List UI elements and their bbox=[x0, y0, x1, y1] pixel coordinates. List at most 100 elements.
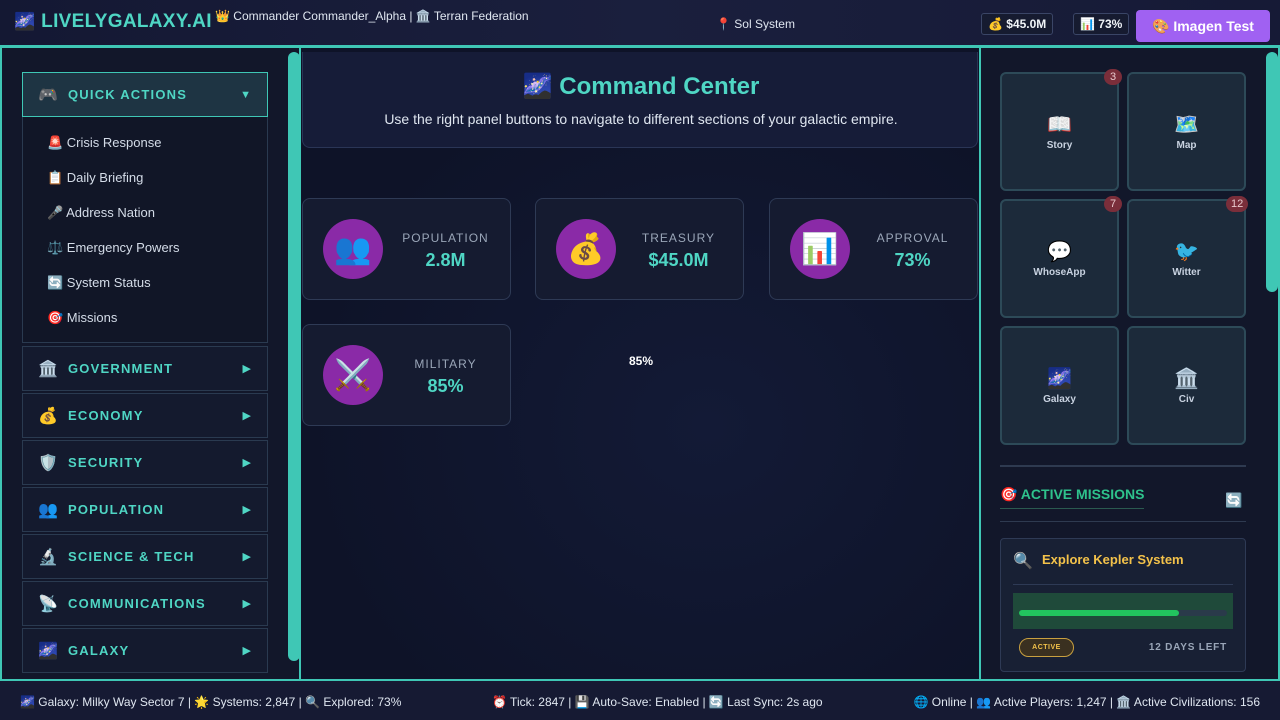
gamepad-icon: 🎮 bbox=[38, 86, 58, 104]
section-label: GOVERNMENT bbox=[68, 361, 174, 376]
online-status: 🌐 Online | 👥 Active Players: 1,247 | 🏛️ … bbox=[913, 695, 1260, 709]
people-icon: 👥 bbox=[38, 501, 58, 519]
section-label: ECONOMY bbox=[68, 408, 144, 423]
app-button-map[interactable]: 🗺️ Map bbox=[1127, 72, 1246, 191]
notification-badge: 12 bbox=[1226, 196, 1249, 212]
active-missions-title: 🎯 ACTIVE MISSIONS bbox=[1000, 486, 1145, 509]
money-bag-icon: 💰 bbox=[556, 219, 616, 279]
chevron-right-icon: ▶ bbox=[242, 457, 251, 469]
app-label: Galaxy bbox=[1043, 394, 1076, 405]
quick-actions-label: QUICK ACTIONS bbox=[68, 87, 188, 102]
divider bbox=[1000, 521, 1246, 522]
app-button-galaxy[interactable]: 🌌 Galaxy bbox=[1000, 326, 1119, 445]
microscope-icon: 🔬 bbox=[38, 548, 58, 566]
quick-actions-list: 🚨 Crisis Response 📋 Daily Briefing 🎤 Add… bbox=[22, 117, 268, 343]
divider bbox=[1000, 465, 1246, 467]
section-label: SECURITY bbox=[68, 455, 144, 470]
chevron-down-icon: ▼ bbox=[240, 88, 251, 101]
bar-chart-icon: 📊 bbox=[790, 219, 850, 279]
app-button-civ[interactable]: 🏛️ Civ bbox=[1127, 326, 1246, 445]
floating-percentage: 85% bbox=[629, 354, 654, 368]
sidebar-section-population[interactable]: 👥 POPULATION ▶ bbox=[22, 487, 268, 532]
section-label: POPULATION bbox=[68, 502, 165, 517]
sidebar-section-science-tech[interactable]: 🔬 SCIENCE & TECH ▶ bbox=[22, 534, 268, 579]
galaxy-icon: 🌌 bbox=[14, 12, 36, 31]
top-bar: 🌌 LIVELYGALAXY.AI 👑 Commander Commander_… bbox=[0, 0, 1280, 48]
book-icon: 📖 bbox=[1047, 114, 1072, 136]
app-label: Civ bbox=[1178, 394, 1195, 405]
app-label: Witter bbox=[1172, 267, 1201, 278]
search-icon: 🔍 bbox=[1013, 553, 1033, 570]
sidebar-section-security[interactable]: 🛡️ SECURITY ▶ bbox=[22, 440, 268, 485]
app-label: Map bbox=[1176, 140, 1197, 151]
section-label: SCIENCE & TECH bbox=[68, 549, 195, 564]
crossed-swords-icon: ⚔️ bbox=[323, 345, 383, 405]
chevron-right-icon: ▶ bbox=[242, 551, 251, 563]
stat-value: $45.0M bbox=[648, 250, 709, 270]
app-logo[interactable]: 🌌 LIVELYGALAXY.AI bbox=[14, 11, 212, 33]
government-icon: 🏛️ bbox=[1174, 368, 1199, 390]
stat-label: POPULATION bbox=[402, 231, 489, 245]
sidebar-scrollbar[interactable] bbox=[288, 52, 300, 661]
notification-badge: 3 bbox=[1104, 69, 1122, 85]
stat-value: 85% bbox=[427, 376, 464, 396]
divider bbox=[1013, 584, 1233, 585]
quick-action-crisis-response[interactable]: 🚨 Crisis Response bbox=[47, 135, 161, 151]
satellite-antenna-icon: 📡 bbox=[38, 595, 58, 613]
bird-icon: 🐦 bbox=[1174, 241, 1199, 263]
sidebar-section-galaxy[interactable]: 🌌 GALAXY ▶ bbox=[22, 628, 268, 673]
refresh-icon[interactable]: 🔄 bbox=[1225, 492, 1242, 509]
system-status: ⏰ Tick: 2847 | 💾 Auto-Save: Enabled | 🔄 … bbox=[492, 695, 823, 709]
chevron-right-icon: ▶ bbox=[242, 598, 251, 610]
stat-label: APPROVAL bbox=[876, 231, 949, 245]
app-title: LIVELYGALAXY.AI bbox=[41, 11, 212, 32]
approval-chip: 📊 73% bbox=[1073, 13, 1130, 35]
galaxy-icon: 🌌 bbox=[1047, 368, 1072, 390]
app-label: WhoseApp bbox=[1033, 267, 1086, 278]
quick-action-daily-briefing[interactable]: 📋 Daily Briefing bbox=[47, 170, 143, 186]
stat-card-approval: 📊 APPROVAL 73% bbox=[769, 198, 978, 300]
money-bag-icon: 💰 bbox=[38, 407, 58, 425]
quick-action-emergency-powers[interactable]: ⚖️ Emergency Powers bbox=[47, 240, 180, 256]
galaxy-icon: 🌌 bbox=[38, 642, 58, 660]
quick-action-address-nation[interactable]: 🎤 Address Nation bbox=[47, 205, 155, 221]
app-label: Story bbox=[1046, 140, 1073, 151]
sidebar-section-government[interactable]: 🏛️ GOVERNMENT ▶ bbox=[22, 346, 268, 391]
command-center-panel: 🌌 Command Center Use the right panel but… bbox=[302, 52, 978, 148]
page-title: 🌌 Command Center bbox=[522, 73, 760, 100]
notification-badge: 7 bbox=[1104, 196, 1122, 212]
imagen-test-button[interactable]: 🎨 Imagen Test bbox=[1136, 10, 1270, 42]
progress-fill bbox=[1019, 610, 1180, 616]
mission-name: Explore Kepler System bbox=[1042, 552, 1184, 567]
app-button-story[interactable]: 📖 Story 3 bbox=[1000, 69, 1122, 191]
speech-bubble-icon: 💬 bbox=[1047, 241, 1072, 263]
mission-card[interactable]: 🔍 Explore Kepler System ACTIVE 12 DAYS L… bbox=[1000, 538, 1246, 672]
status-bar: 🌌 Galaxy: Milky Way Sector 7 | 🌟 Systems… bbox=[0, 679, 1280, 720]
sidebar-section-communications[interactable]: 📡 COMMUNICATIONS ▶ bbox=[22, 581, 268, 626]
quick-action-missions[interactable]: 🎯 Missions bbox=[47, 310, 117, 326]
chevron-right-icon: ▶ bbox=[242, 363, 251, 375]
treasury-chip: 💰 $45.0M bbox=[981, 13, 1054, 35]
progress-track bbox=[1019, 610, 1227, 616]
quick-action-system-status[interactable]: 🔄 System Status bbox=[47, 275, 151, 291]
stat-card-population: 👥 POPULATION 2.8M bbox=[302, 198, 511, 300]
chevron-right-icon: ▶ bbox=[242, 410, 251, 422]
status-badge: ACTIVE bbox=[1019, 638, 1074, 657]
app-button-witter[interactable]: 🐦 Witter 12 bbox=[1127, 196, 1249, 318]
commander-info: 👑 Commander Commander_Alpha | 🏛️ Terran … bbox=[215, 9, 529, 23]
current-location: 📍 Sol System bbox=[716, 17, 795, 31]
stat-label: MILITARY bbox=[414, 357, 477, 371]
government-icon: 🏛️ bbox=[38, 360, 58, 378]
page-subtitle: Use the right panel buttons to navigate … bbox=[384, 111, 898, 127]
quick-actions-header[interactable]: 🎮 QUICK ACTIONS ▼ bbox=[22, 72, 268, 117]
shield-icon: 🛡️ bbox=[38, 454, 58, 472]
stat-card-treasury: 💰 TREASURY $45.0M bbox=[535, 198, 744, 300]
section-label: GALAXY bbox=[68, 643, 130, 658]
app-button-whoseapp[interactable]: 💬 WhoseApp 7 bbox=[1000, 196, 1122, 318]
right-panel-scrollbar[interactable] bbox=[1266, 52, 1278, 292]
sidebar-section-economy[interactable]: 💰 ECONOMY ▶ bbox=[22, 393, 268, 438]
section-label: COMMUNICATIONS bbox=[68, 596, 206, 611]
mission-progress-area bbox=[1013, 593, 1233, 629]
stat-card-military: ⚔️ MILITARY 85% bbox=[302, 324, 511, 426]
map-icon: 🗺️ bbox=[1174, 114, 1199, 136]
